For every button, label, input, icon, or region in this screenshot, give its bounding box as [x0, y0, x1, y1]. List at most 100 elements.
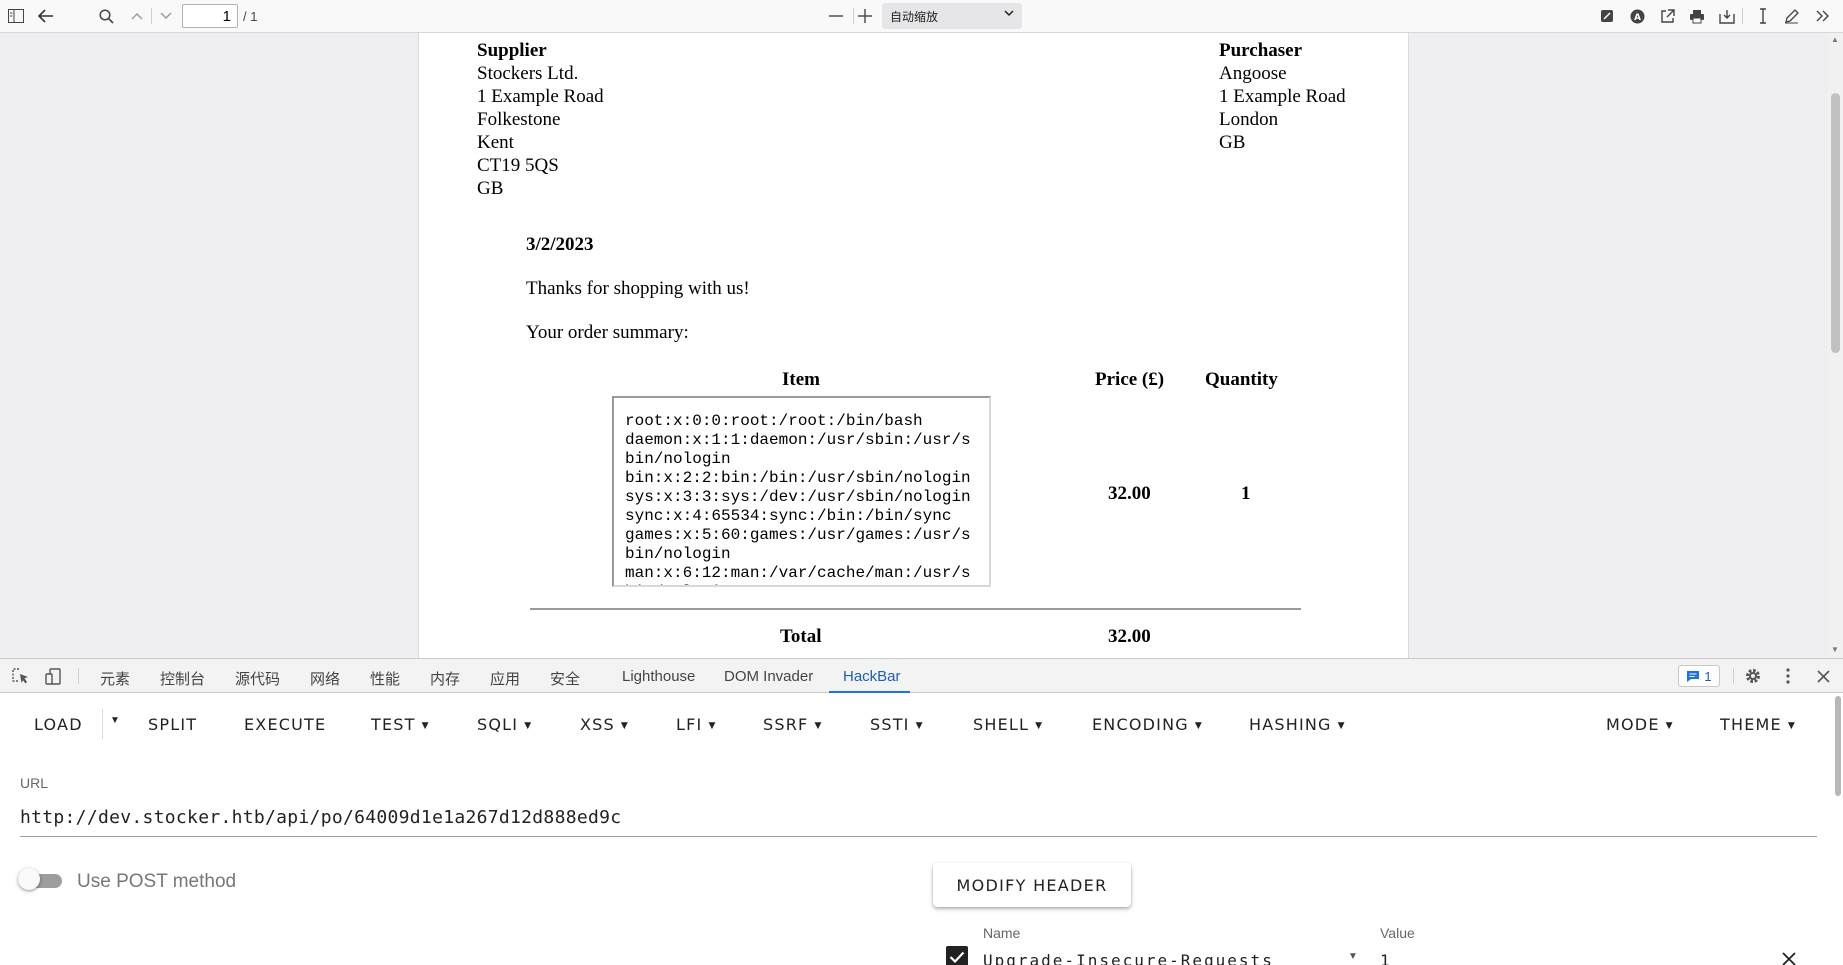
header-name-label: Name: [983, 925, 1021, 941]
hackbar-scrollbar[interactable]: [1833, 693, 1843, 965]
checkmark-icon: [949, 951, 965, 963]
device-toolbar-icon[interactable]: [44, 667, 64, 685]
toggle-knob: [18, 868, 40, 890]
tab-security[interactable]: 安全: [550, 668, 580, 689]
total-label: Total: [780, 626, 822, 647]
chevron-up-icon[interactable]: [126, 5, 148, 27]
page-number-input[interactable]: [182, 4, 238, 28]
zoom-out-icon[interactable]: [825, 5, 847, 27]
caret-down-icon: ▼: [915, 721, 924, 731]
search-icon[interactable]: [95, 5, 117, 27]
tab-dom-invader[interactable]: DOM Invader: [724, 668, 813, 685]
download-icon[interactable]: [1716, 5, 1738, 27]
xss-menu[interactable]: XSS ▼: [580, 715, 629, 734]
header-enabled-checkbox[interactable]: [946, 946, 968, 965]
load-dropdown-icon[interactable]: ▼: [110, 715, 120, 726]
url-input[interactable]: http://dev.stocker.htb/api/po/64009d1e1a…: [20, 805, 1817, 837]
tab-console[interactable]: 控制台: [160, 668, 205, 689]
pdf-toolbar: / 1 自动缩放 A: [0, 0, 1843, 33]
theme-menu-label: THEME: [1720, 715, 1782, 734]
supplier-line: GB: [477, 178, 504, 199]
kebab-menu-icon[interactable]: [1778, 667, 1798, 685]
sidebar-toggle-icon[interactable]: [5, 5, 27, 27]
toolbar-divider: [1742, 8, 1743, 24]
purchaser-heading: Purchaser: [1219, 40, 1303, 61]
total-value: 32.00: [1108, 626, 1151, 647]
tab-sources[interactable]: 源代码: [235, 668, 280, 689]
back-arrow-icon[interactable]: [35, 5, 57, 27]
pdf-scrollbar-thumb[interactable]: [1831, 93, 1840, 353]
item-textbox: root:x:0:0:root:/root:/bin/bash daemon:x…: [612, 396, 991, 587]
pdf-page: Supplier Stockers Ltd. 1 Example Road Fo…: [418, 33, 1409, 658]
header-value-label: Value: [1380, 925, 1415, 941]
hashing-menu[interactable]: HASHING ▼: [1249, 715, 1346, 734]
header-name-input[interactable]: Upgrade-Insecure-Requests: [983, 951, 1274, 965]
item-column-header: Item: [782, 369, 820, 390]
close-icon[interactable]: [1813, 667, 1833, 685]
header-value-input[interactable]: 1: [1380, 951, 1390, 965]
tab-memory[interactable]: 内存: [430, 668, 460, 689]
cursor-icon[interactable]: [1752, 5, 1774, 27]
price-column-header: Price (£): [1095, 369, 1165, 390]
lfi-menu-label: LFI: [676, 715, 703, 734]
more-icon[interactable]: [1812, 5, 1834, 27]
post-method-toggle[interactable]: [18, 868, 64, 891]
caret-down-icon: ▼: [814, 721, 823, 731]
zoom-select-value: 自动缩放: [890, 10, 939, 24]
issues-badge[interactable]: 1: [1678, 665, 1720, 687]
sqli-menu[interactable]: SQLI ▼: [477, 715, 532, 734]
caret-down-icon: ▼: [1665, 721, 1674, 731]
shell-menu[interactable]: SHELL ▼: [973, 715, 1043, 734]
message-icon: [1687, 670, 1700, 682]
tab-lighthouse[interactable]: Lighthouse: [622, 668, 695, 685]
text-icon[interactable]: A: [1626, 5, 1648, 27]
toolbar-divider: [151, 8, 152, 24]
draw-icon[interactable]: [1780, 5, 1802, 27]
header-name-dropdown-icon[interactable]: ▼: [1348, 951, 1358, 962]
lfi-menu[interactable]: LFI ▼: [676, 715, 717, 734]
chevron-down-icon[interactable]: [155, 5, 177, 27]
ssrf-menu[interactable]: SSRF ▼: [763, 715, 823, 734]
scroll-down-icon[interactable]: ▼: [1831, 645, 1839, 654]
tab-elements[interactable]: 元素: [100, 668, 130, 689]
post-method-label: Use POST method: [77, 871, 237, 892]
ssti-menu[interactable]: SSTI ▼: [870, 715, 924, 734]
gear-icon[interactable]: [1743, 667, 1763, 685]
modify-header-button[interactable]: MODIFY HEADER: [933, 863, 1131, 907]
tab-performance[interactable]: 性能: [370, 668, 400, 689]
tab-application[interactable]: 应用: [490, 668, 520, 689]
mode-menu[interactable]: MODE ▼: [1606, 715, 1674, 734]
purchaser-address: Purchaser Angoose 1 Example Road London …: [1219, 39, 1346, 154]
supplier-heading: Supplier: [477, 40, 547, 61]
execute-button[interactable]: EXECUTE: [244, 715, 326, 734]
remove-header-icon[interactable]: [1782, 946, 1796, 965]
zoom-select[interactable]: 自动缩放: [882, 3, 1022, 29]
theme-menu[interactable]: THEME ▼: [1720, 715, 1796, 734]
highlight-icon[interactable]: [1596, 5, 1618, 27]
supplier-line: Kent: [477, 132, 514, 153]
hackbar-scrollbar-thumb[interactable]: [1835, 696, 1841, 796]
thanks-message: Thanks for shopping with us!: [526, 278, 750, 299]
open-external-icon[interactable]: [1656, 5, 1678, 27]
caret-down-icon: ▼: [708, 721, 717, 731]
xss-menu-label: XSS: [580, 715, 615, 734]
supplier-address: Supplier Stockers Ltd. 1 Example Road Fo…: [477, 39, 604, 200]
tab-divider: [1733, 668, 1734, 684]
print-icon[interactable]: [1686, 5, 1708, 27]
tab-hackbar[interactable]: HackBar: [843, 668, 901, 685]
zoom-in-icon[interactable]: [854, 5, 876, 27]
scroll-up-icon[interactable]: ▲: [1831, 35, 1839, 44]
inspect-element-icon[interactable]: [10, 667, 30, 685]
tab-network[interactable]: 网络: [310, 668, 340, 689]
total-divider: [530, 608, 1301, 610]
pdf-viewer[interactable]: Supplier Stockers Ltd. 1 Example Road Fo…: [0, 33, 1843, 658]
pdf-scrollbar[interactable]: ▲ ▼: [1828, 33, 1843, 658]
load-button[interactable]: LOAD: [34, 715, 83, 734]
encoding-menu[interactable]: ENCODING ▼: [1092, 715, 1203, 734]
split-button[interactable]: SPLIT: [148, 715, 197, 734]
test-menu-label: TEST: [371, 715, 416, 734]
ssrf-menu-label: SSRF: [763, 715, 809, 734]
test-menu[interactable]: TEST ▼: [371, 715, 430, 734]
ssti-menu-label: SSTI: [870, 715, 910, 734]
sqli-menu-label: SQLI: [477, 715, 519, 734]
